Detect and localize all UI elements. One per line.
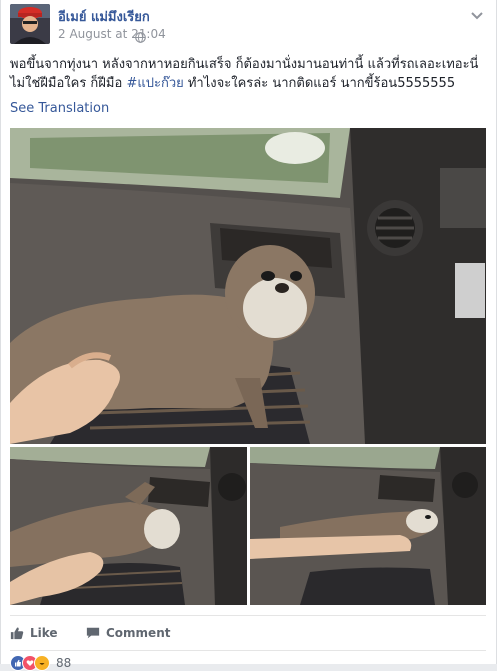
thumbs-up-icon	[10, 626, 24, 640]
post-text-part: ทำไงจะใครล่ะ นากติดแอร์ นากขี้ร้อน555555…	[183, 76, 456, 91]
post-action-bar: Like Comment	[10, 615, 486, 651]
post-text: พอขึ้นจากทุ่งนา หลังจากหาหอยกินเสร็จ ก็ต…	[10, 55, 488, 93]
post-timestamp[interactable]: 2 August at 21:04	[58, 27, 166, 41]
reaction-count[interactable]: 88	[56, 656, 71, 670]
chevron-down-icon[interactable]	[470, 6, 484, 20]
haha-reaction-icon	[34, 655, 50, 671]
comment-label: Comment	[106, 626, 171, 640]
speech-bubble-icon	[86, 626, 100, 640]
comment-button[interactable]: Comment	[86, 623, 170, 643]
post-photo-right[interactable]	[250, 447, 486, 605]
like-button[interactable]: Like	[10, 623, 58, 643]
post-photo-left[interactable]	[10, 447, 247, 605]
globe-icon	[135, 28, 146, 47]
post-card: อีเมย์ แม่มึงเรียก 2 August at 21:04 พอข…	[0, 0, 497, 671]
see-translation-link[interactable]: See Translation	[10, 101, 109, 116]
author-name[interactable]: อีเมย์ แม่มึงเรียก	[58, 6, 150, 27]
hashtag-link[interactable]: #แปะก๊วย	[126, 76, 183, 91]
post-photo-main[interactable]	[10, 128, 486, 444]
like-label: Like	[30, 626, 58, 640]
reactions-summary[interactable]: 88	[10, 655, 71, 671]
profile-avatar[interactable]	[10, 4, 50, 44]
